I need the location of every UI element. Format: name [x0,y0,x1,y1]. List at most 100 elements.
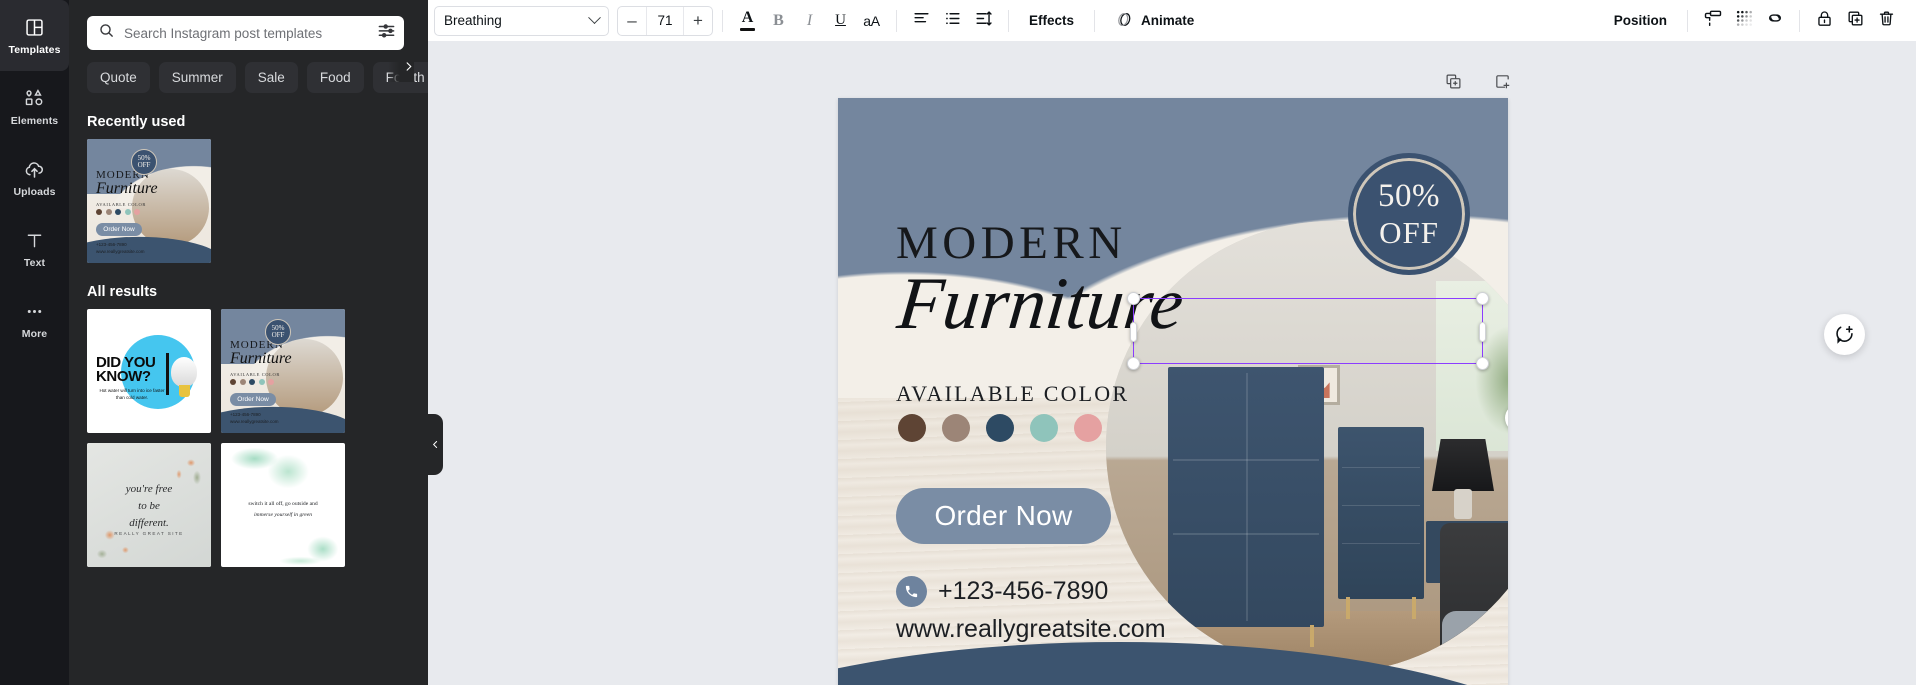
font-family-value: Breathing [444,13,590,28]
website-url[interactable]: www.reallygreatsite.com [896,615,1166,644]
sidebar-label-elements: Elements [11,115,59,127]
position-button[interactable]: Position [1603,5,1678,36]
swatch-mint-teal[interactable] [1030,414,1058,442]
all-results-grid: DID YOU KNOW? Hot water will turn into i… [87,309,428,567]
template-card-did-you-know[interactable]: DID YOU KNOW? Hot water will turn into i… [87,309,211,433]
elements-icon [23,87,46,111]
templates-icon [24,16,45,40]
sidebar-item-elements[interactable]: Elements [0,71,69,142]
paint-roller-button[interactable] [1697,5,1728,36]
chip-summer[interactable]: Summer [159,62,236,93]
chevron-left-icon [431,436,440,454]
filter-sliders-icon[interactable] [377,21,396,45]
left-rail: Templates Elements Uploads [0,0,69,685]
didyouknow-body: Hot water will turn into ice faster than… [99,388,165,402]
template-card-modern-furniture[interactable]: MODERN Furniture AVAILABLE COLOR Order N… [221,309,345,433]
canvas-workspace[interactable]: 50% OFF MODERN Furniture AVAILABLE COLOR… [428,41,1916,685]
hide-panel-button[interactable] [428,414,443,475]
design-canvas[interactable]: 50% OFF MODERN Furniture AVAILABLE COLOR… [838,98,1508,685]
underline-button[interactable]: U [825,5,856,36]
sidebar-label-templates: Templates [8,44,60,56]
toolbar-divider [1687,10,1688,32]
font-size-input[interactable]: 71 [646,7,684,35]
phone-icon [896,576,927,607]
effects-button[interactable]: Effects [1018,5,1085,36]
font-size-decrease-button[interactable]: – [618,7,646,35]
delete-button[interactable] [1871,5,1902,36]
lamp-shade [1432,439,1494,491]
text-color-icon: A [740,10,755,31]
font-size-stepper[interactable]: – 71 + [617,6,713,36]
chevron-down-icon [588,11,601,24]
link-button[interactable] [1759,5,1790,36]
sidebar-item-text[interactable]: Text [0,213,69,284]
trash-icon [1877,9,1896,33]
sidebar-item-uploads[interactable]: Uploads [0,142,69,213]
toolbar-divider [1008,10,1009,32]
font-size-increase-button[interactable]: + [684,7,712,35]
sidebar-item-templates[interactable]: Templates [0,0,69,71]
search-icon [98,22,115,44]
handle-top-right[interactable] [1476,292,1489,305]
recently-used-grid: MODERN Furniture AVAILABLE COLOR Order N… [87,139,428,263]
chips-scroll-right-button[interactable] [388,51,414,82]
list-button[interactable] [937,5,968,36]
headline-modern[interactable]: MODERN [896,220,1127,267]
chip-sale[interactable]: Sale [245,62,298,93]
animate-button[interactable]: Animate [1104,5,1205,36]
add-page-icon[interactable] [1487,66,1518,97]
template-card-modern-furniture-recent[interactable]: MODERN Furniture AVAILABLE COLOR Order N… [87,139,211,263]
quote-line-1: you're free [87,481,211,498]
discount-badge[interactable]: 50% OFF [1348,153,1470,275]
templates-panel: Quote Summer Sale Food Fourth of July Re… [69,0,428,685]
swatch-blush-pink[interactable] [1074,414,1102,442]
line-spacing-button[interactable] [968,5,999,36]
template-card-youre-free[interactable]: you're free to be different. REALLY GREA… [87,443,211,567]
bold-icon: B [773,12,784,30]
search-box[interactable] [87,16,404,50]
wardrobe [1168,367,1324,627]
didyouknow-headline-2: KNOW? [96,369,151,384]
add-comment-icon[interactable] [1824,314,1865,355]
duplicate-page-icon[interactable] [1438,66,1469,97]
text-color-button[interactable]: A [732,5,763,36]
swatch-taupe[interactable] [942,414,970,442]
font-family-select[interactable]: Breathing [434,6,609,36]
lamp-base [1454,489,1472,519]
handle-left-middle[interactable] [1130,322,1137,342]
color-swatches [898,414,1102,442]
search-row [87,16,404,50]
animate-icon [1115,10,1134,32]
sidebar-label-uploads: Uploads [13,186,55,198]
chip-quote[interactable]: Quote [87,62,150,93]
section-title-all-results: All results [87,284,428,300]
swatch-navy-blue[interactable] [986,414,1014,442]
page-tools [1438,66,1518,97]
search-input[interactable] [124,26,368,41]
handle-bottom-left[interactable] [1127,357,1140,370]
order-now-button[interactable]: Order Now [896,488,1111,544]
selection-box[interactable] [1133,298,1483,364]
text-icon [24,229,45,253]
lock-button[interactable] [1809,5,1840,36]
letter-case-button[interactable]: aA [856,5,887,36]
chip-food[interactable]: Food [307,62,364,93]
duplicate-icon [1846,9,1865,33]
duplicate-button[interactable] [1840,5,1871,36]
template-card-switch-it-off[interactable]: switch it all off, go outside and immers… [221,443,345,567]
handle-top-left[interactable] [1127,292,1140,305]
uploads-icon [23,158,46,182]
bold-button[interactable]: B [763,5,794,36]
text-toolbar: Breathing – 71 + A B I U aA [428,0,1916,41]
handle-bottom-right[interactable] [1476,357,1489,370]
link-icon [1765,8,1785,33]
handle-right-middle[interactable] [1479,322,1486,342]
italic-button[interactable]: I [794,5,825,36]
text-align-button[interactable] [906,5,937,36]
transparency-button[interactable] [1728,5,1759,36]
phone-row[interactable]: +123-456-7890 [896,576,1108,607]
section-title-recently-used: Recently used [87,114,428,130]
swatch-walnut-brown[interactable] [898,414,926,442]
sidebar-item-more[interactable]: More [0,284,69,355]
available-color-label[interactable]: AVAILABLE COLOR [896,381,1129,407]
